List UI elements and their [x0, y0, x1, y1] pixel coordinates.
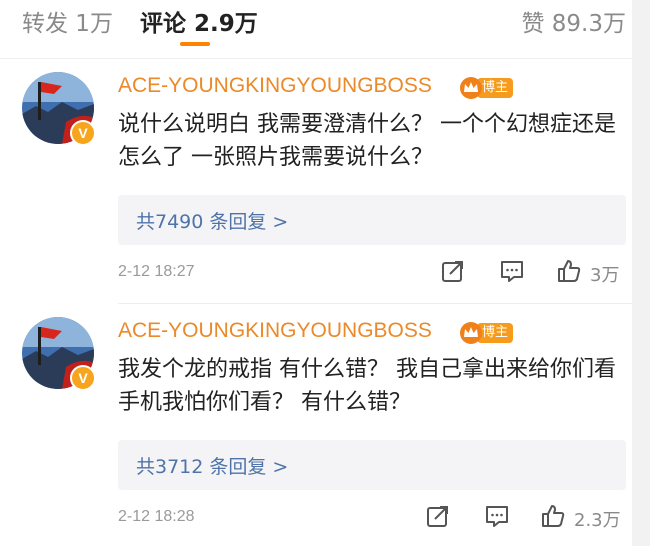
blogger-badge: 博主: [459, 321, 517, 345]
comment-divider: [118, 303, 650, 304]
crown-icon: [460, 322, 482, 344]
share-icon[interactable]: [440, 258, 466, 284]
verified-badge: V: [70, 120, 96, 146]
tab-likes[interactable]: 赞 89.3万: [521, 4, 626, 38]
comment-text: 我发个龙的戒指 有什么错？ 我自己拿出来给你们看手机我怕你们看？ 有什么错？: [118, 357, 616, 415]
comment-icon[interactable]: [499, 258, 525, 284]
crown-icon: [460, 77, 482, 99]
tab-repost[interactable]: 转发 1万: [22, 4, 113, 38]
verified-badge: V: [70, 365, 96, 391]
like-icon[interactable]: [540, 503, 566, 529]
comment-item: V ACE-YOUNGKINGYOUNGBOSS 博主 说什么说明白 我需要澄清…: [0, 60, 650, 300]
comment-tabs: 转发 1万 评论 2.9万 赞 89.3万: [0, 0, 650, 50]
like-icon[interactable]: [556, 258, 582, 284]
replies-box[interactable]: 共7490 条回复 >: [118, 195, 626, 245]
tabs-divider: [0, 58, 650, 59]
comment-item: V ACE-YOUNGKINGYOUNGBOSS 博主 我发个龙的戒指 有什么错…: [0, 305, 650, 545]
active-tab-indicator: [180, 42, 210, 46]
comment-text: 说什么说明白 我需要澄清什么？ 一个个幻想症还是怎么了 一张照片我需要说什么？: [118, 112, 616, 170]
username[interactable]: ACE-YOUNGKINGYOUNGBOSS: [118, 319, 432, 343]
share-icon[interactable]: [425, 503, 451, 529]
replies-box[interactable]: 共3712 条回复 >: [118, 440, 626, 490]
blogger-badge: 博主: [459, 76, 517, 100]
comment-time: 2-12 18:27: [118, 263, 195, 280]
comment-time: 2-12 18:28: [118, 508, 195, 525]
tab-comments[interactable]: 评论 2.9万: [140, 4, 258, 38]
scrollbar-track[interactable]: [632, 0, 650, 546]
replies-link[interactable]: 共7490 条回复 >: [136, 207, 288, 234]
comment-icon[interactable]: [484, 503, 510, 529]
replies-link[interactable]: 共3712 条回复 >: [136, 452, 288, 479]
like-count: 2.3万: [574, 510, 621, 531]
like-count: 3万: [590, 265, 620, 286]
username[interactable]: ACE-YOUNGKINGYOUNGBOSS: [118, 74, 432, 98]
